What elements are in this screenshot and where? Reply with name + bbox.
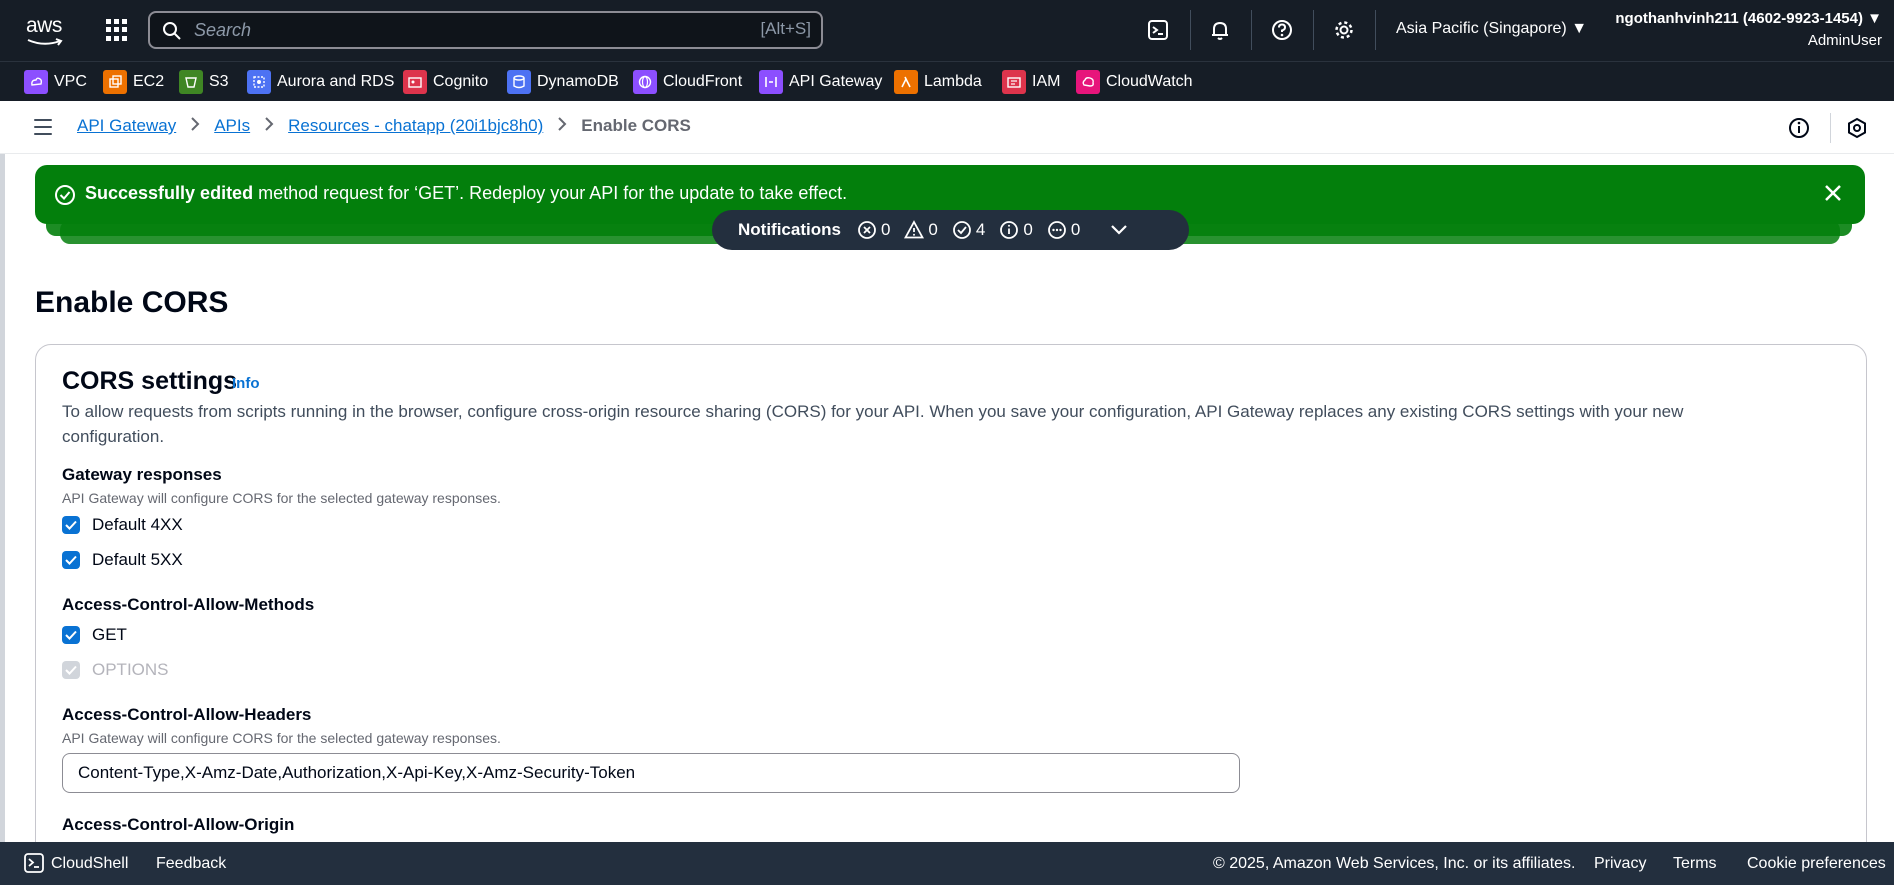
checkbox-checked-icon [62,516,80,534]
chevron-down-icon[interactable] [1110,224,1128,236]
favorite-cloudfront[interactable]: CloudFront [633,70,742,94]
cloudwatch-icon [1076,70,1100,94]
search-input[interactable] [194,19,734,41]
chevron-right-icon [264,116,274,136]
breadcrumb-bar: API Gateway APIs Resources - chatapp (20… [0,101,1894,154]
search-icon [163,22,181,40]
cloudshell-link[interactable]: CloudShell [51,855,128,873]
copyright: © 2025, Amazon Web Services, Inc. or its… [1213,855,1576,872]
vpc-icon [24,70,48,94]
method-options-checkbox: OPTIONS [62,660,169,680]
in-progress-count: 0 [1047,220,1080,240]
gateway-responses-label: Gateway responses [62,465,222,484]
favorite-s3[interactable]: S3 [179,70,229,94]
account-menu[interactable]: ngothanhvinh211 (4602-9923-1454) ▼ Admin… [1615,8,1882,52]
services-menu-icon[interactable] [106,19,128,41]
lambda-icon [894,70,918,94]
checkbox-checked-icon [62,661,80,679]
notifications-bar[interactable]: Notifications 0 0 4 0 0 [712,210,1189,250]
favorites-bar: VPC EC2 S3 Aurora and RDS Cognito Dynamo… [0,61,1894,101]
close-icon[interactable] [1823,183,1843,203]
search-shortcut: [Alt+S] [760,19,811,38]
allow-methods-label: Access-Control-Allow-Methods [62,595,315,614]
in-progress-icon [1047,221,1066,239]
checkbox-checked-icon [62,551,80,569]
info-link[interactable]: Info [232,375,260,392]
favorite-cognito[interactable]: Cognito [403,70,488,94]
aws-logo-text: aws [26,14,62,37]
panel-title: CORS settings [62,367,238,395]
favorite-vpc[interactable]: VPC [24,70,87,94]
cognito-icon [403,70,427,94]
favorite-cloudwatch[interactable]: CloudWatch [1076,70,1193,94]
rds-icon [247,70,271,94]
success-icon [952,221,971,239]
favorite-dynamodb[interactable]: DynamoDB [507,70,619,94]
region-selector[interactable]: Asia Pacific (Singapore) ▼ [1396,20,1587,38]
footer: CloudShell Feedback © 2025, Amazon Web S… [0,842,1894,885]
favorite-aurora-rds[interactable]: Aurora and RDS [247,70,394,94]
gateway-responses-description: API Gateway will configure CORS for the … [62,490,501,506]
breadcrumb-current: Enable CORS [581,116,691,135]
warning-icon [904,220,925,239]
account-name: ngothanhvinh211 (4602-9923-1454) ▼ [1615,10,1882,27]
error-count: 0 [857,220,890,240]
search-box[interactable]: [Alt+S] [148,11,823,49]
privacy-link[interactable]: Privacy [1594,855,1646,873]
cloudshell-footer-icon[interactable] [24,853,44,878]
breadcrumb-api-gateway[interactable]: API Gateway [77,116,176,136]
top-navigation: aws [Alt+S] Asia Pacific (Singapore) ▼ n… [0,0,1894,61]
checkbox-checked-icon [62,626,80,644]
ec2-icon [103,70,127,94]
cloudfront-icon [633,70,657,94]
cloudshell-icon[interactable] [1144,16,1172,44]
success-count: 4 [952,220,985,240]
notifications-label: Notifications [738,220,841,239]
api-gateway-icon [759,70,783,94]
panel-description: To allow requests from scripts running i… [62,402,1684,446]
favorite-iam[interactable]: IAM [1002,70,1060,94]
info-icon [1000,221,1019,239]
favorite-lambda[interactable]: Lambda [894,70,982,94]
default-4xx-checkbox[interactable]: Default 4XX [62,515,183,535]
dynamodb-icon [507,70,531,94]
method-get-checkbox[interactable]: GET [62,625,127,645]
s3-icon [179,70,203,94]
favorite-api-gateway[interactable]: API Gateway [759,70,882,94]
resource-icon[interactable] [1846,117,1868,139]
info-count: 0 [999,220,1033,240]
allow-headers-label: Access-Control-Allow-Headers [62,705,312,724]
account-role: AdminUser [1807,32,1882,49]
breadcrumb: API Gateway APIs Resources - chatapp (20… [77,116,691,136]
gear-icon[interactable] [1330,16,1358,44]
default-5xx-checkbox[interactable]: Default 5XX [62,550,183,570]
menu-icon[interactable] [34,119,52,135]
help-icon[interactable] [1268,16,1296,44]
warning-count: 0 [904,220,938,240]
left-edge [0,154,5,842]
feedback-link[interactable]: Feedback [156,855,226,873]
success-icon [55,185,75,205]
breadcrumb-resources[interactable]: Resources - chatapp (20i1bjc8h0) [288,116,543,136]
breadcrumb-apis[interactable]: APIs [214,116,250,136]
bell-icon[interactable] [1206,16,1234,44]
allow-headers-description: API Gateway will configure CORS for the … [62,730,501,746]
info-panel-icon[interactable] [1788,117,1810,139]
flash-message: Successfully edited method request for ‘… [85,183,848,203]
allow-origin-label: Access-Control-Allow-Origin [62,815,295,834]
chevron-right-icon [190,116,200,136]
terms-link[interactable]: Terms [1673,855,1717,873]
cors-settings-panel: CORS settings Info To allow requests fro… [35,344,1867,864]
cookie-preferences-link[interactable]: Cookie preferences [1747,855,1886,873]
iam-icon [1002,70,1026,94]
allow-headers-input[interactable] [62,753,1240,793]
chevron-right-icon [557,116,567,136]
aws-smile-icon [27,38,63,46]
page-title: Enable CORS [35,286,229,319]
aws-logo[interactable]: aws [24,14,68,46]
error-icon [858,221,876,239]
favorite-ec2[interactable]: EC2 [103,70,164,94]
